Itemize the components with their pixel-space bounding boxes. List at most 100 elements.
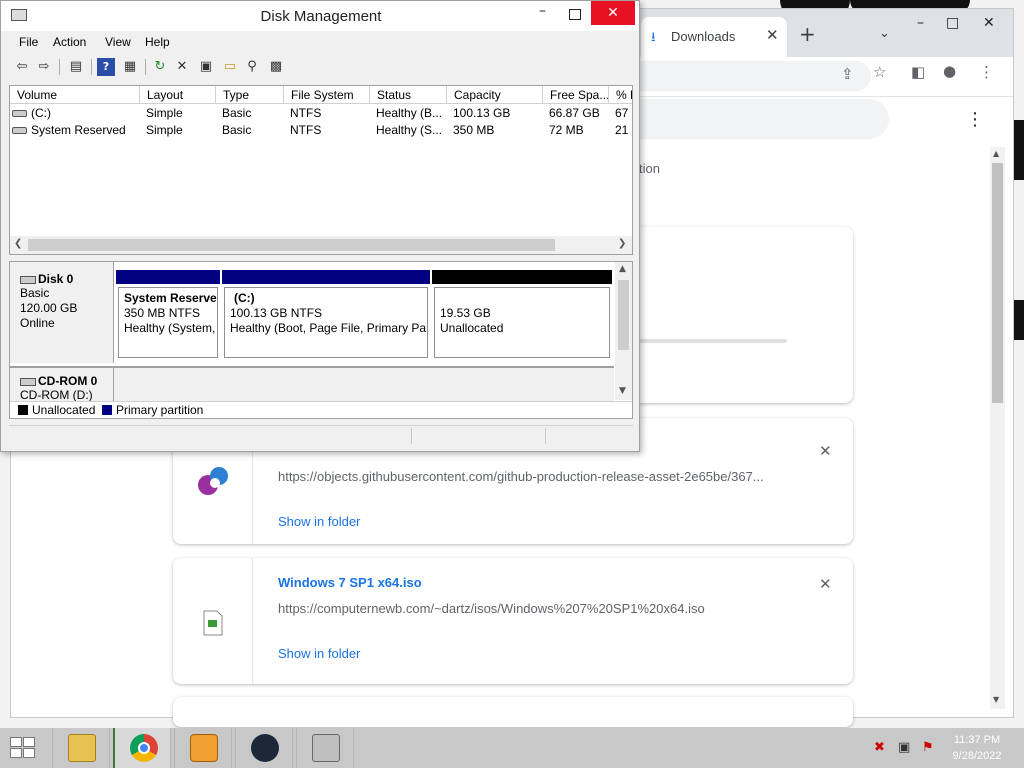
- download-card: Windows 7 SP1 x64.iso https://computerne…: [173, 558, 853, 684]
- chrome-menu-icon[interactable]: ⋮: [979, 63, 994, 81]
- scroll-up-icon[interactable]: ▲: [993, 149, 999, 158]
- disk-0-label[interactable]: Disk 0 Basic 120.00 GB Online: [10, 262, 114, 363]
- action-center-icon[interactable]: ⚑: [922, 740, 934, 755]
- disk-management-window: Disk Management – ✕ File Action View Hel…: [0, 0, 640, 452]
- new-tab-icon[interactable]: +: [799, 24, 816, 44]
- download-icon-column: [173, 558, 253, 684]
- delete-icon[interactable]: ✕: [173, 58, 191, 76]
- show-in-folder-link[interactable]: Show in folder: [278, 514, 360, 529]
- taskbar-chrome[interactable]: [113, 728, 171, 768]
- scrollbar-thumb[interactable]: [992, 163, 1003, 403]
- menu-view[interactable]: View: [105, 35, 131, 49]
- column-header-file-system[interactable]: File System: [284, 86, 370, 104]
- partition-unallocated[interactable]: 19.53 GB Unallocated: [432, 270, 612, 360]
- cdrom-area: [114, 366, 614, 406]
- windows-logo-icon: [23, 737, 35, 747]
- volume-capacity: 350 MB: [453, 123, 495, 137]
- minimize-icon[interactable]: –: [917, 15, 924, 31]
- volume-type: Basic: [222, 106, 252, 120]
- menu-file[interactable]: File: [19, 35, 38, 49]
- table-row[interactable]: (C:): [12, 106, 138, 120]
- chrome-icon-center: [138, 742, 150, 754]
- toolbar-separator: [145, 59, 146, 75]
- column-header-type[interactable]: Type: [216, 86, 284, 104]
- tab-downloads[interactable]: ⭳ Downloads ✕: [641, 17, 787, 57]
- disk-size: 120.00 GB: [20, 301, 78, 315]
- file-icon: [203, 610, 223, 636]
- wallpaper-shape: [1014, 300, 1024, 340]
- status-divider: [411, 428, 412, 444]
- maximize-icon[interactable]: [569, 9, 581, 20]
- search-icon[interactable]: ⚲: [243, 58, 261, 76]
- scroll-down-icon[interactable]: ▼: [619, 386, 626, 396]
- download-progress-bar: [639, 339, 787, 343]
- help-icon[interactable]: ?: [97, 58, 115, 76]
- menu-action[interactable]: Action: [53, 35, 86, 49]
- legend-swatch-unallocated: [18, 405, 28, 415]
- start-button[interactable]: [10, 737, 36, 759]
- taskbar-steam[interactable]: [235, 728, 293, 768]
- disk-state: Online: [20, 316, 55, 330]
- minimize-icon[interactable]: –: [539, 3, 546, 19]
- properties-icon[interactable]: ▦: [121, 58, 139, 76]
- column-header-percent-free[interactable]: % F: [609, 86, 632, 104]
- column-header-layout[interactable]: Layout: [140, 86, 216, 104]
- close-icon[interactable]: ✕: [983, 15, 995, 31]
- show-hide-console-tree-icon[interactable]: ▤: [67, 58, 85, 76]
- menu-help[interactable]: Help: [145, 35, 170, 49]
- column-header-status[interactable]: Status: [370, 86, 447, 104]
- windows-logo-icon: [10, 737, 22, 747]
- page-scrollbar[interactable]: ▲ ▼: [990, 147, 1005, 709]
- open-folder-icon[interactable]: ▭: [221, 58, 239, 76]
- wallpaper-shape: [1014, 120, 1024, 180]
- system-clock[interactable]: 11:37 PM 9/28/2022: [940, 732, 1014, 764]
- volume-layout: Simple: [146, 123, 183, 137]
- partition-name: System Reserve: [124, 291, 217, 305]
- remove-download-icon[interactable]: ✕: [819, 575, 832, 593]
- disk-management-icon: [312, 734, 340, 762]
- address-bar[interactable]: [631, 61, 871, 91]
- side-panel-icon[interactable]: ◧: [911, 63, 925, 81]
- back-icon[interactable]: ⇦: [13, 58, 31, 76]
- partition-c-drive[interactable]: (C:) 100.13 GB NTFS Healthy (Boot, Page …: [222, 270, 430, 360]
- table-row[interactable]: System Reserved: [12, 123, 138, 137]
- maximize-icon[interactable]: □: [946, 15, 959, 31]
- close-icon[interactable]: ✕: [591, 1, 635, 25]
- share-icon[interactable]: ⇪: [841, 65, 854, 83]
- chevron-down-icon[interactable]: ⌄: [879, 26, 890, 41]
- volume-muted-icon[interactable]: ✖: [874, 740, 885, 755]
- refresh-icon[interactable]: ↻: [151, 58, 169, 76]
- downloads-search-bar[interactable]: [631, 99, 889, 139]
- scroll-right-icon[interactable]: ❯: [618, 238, 626, 249]
- show-in-folder-link[interactable]: Show in folder: [278, 646, 360, 661]
- forward-icon[interactable]: ⇨: [35, 58, 53, 76]
- close-tab-icon[interactable]: ✕: [766, 26, 779, 44]
- volume-name: (C:): [31, 106, 51, 120]
- scrollbar-thumb[interactable]: [28, 239, 555, 251]
- network-icon[interactable]: ▣: [898, 740, 910, 755]
- column-header-capacity[interactable]: Capacity: [447, 86, 543, 104]
- volume-list: Volume Layout Type File System Status Ca…: [9, 85, 633, 255]
- scroll-up-icon[interactable]: ▲: [619, 264, 626, 274]
- more-actions-icon[interactable]: ⋮: [966, 109, 984, 130]
- column-header-volume[interactable]: Volume: [10, 86, 140, 104]
- profile-avatar-icon[interactable]: ●: [943, 62, 956, 80]
- taskbar-media-player[interactable]: [174, 728, 232, 768]
- scroll-down-icon[interactable]: ▼: [993, 695, 999, 704]
- scroll-left-icon[interactable]: ❮: [14, 238, 22, 249]
- taskbar-disk-management[interactable]: [296, 728, 354, 768]
- taskbar-file-explorer[interactable]: [52, 728, 110, 768]
- download-filename[interactable]: Windows 7 SP1 x64.iso: [278, 575, 422, 590]
- partition-system-reserved[interactable]: System Reserve 350 MB NTFS Healthy (Syst…: [116, 270, 220, 360]
- column-header-free-space[interactable]: Free Spa...: [543, 86, 609, 104]
- bookmark-star-icon[interactable]: ☆: [873, 63, 886, 81]
- horizontal-scrollbar[interactable]: ❮ ❯: [10, 236, 632, 254]
- file-explorer-icon: [68, 734, 96, 762]
- check-icon[interactable]: ▣: [197, 58, 215, 76]
- disk-view-scrollbar[interactable]: ▲ ▼: [615, 262, 632, 400]
- scrollbar-thumb[interactable]: [618, 280, 629, 350]
- settings-icon[interactable]: ▩: [267, 58, 285, 76]
- cdrom-0-label[interactable]: CD-ROM 0 CD-ROM (D:): [10, 366, 114, 406]
- remove-download-icon[interactable]: ✕: [819, 442, 832, 460]
- partition-size: 100.13 GB NTFS: [230, 306, 323, 320]
